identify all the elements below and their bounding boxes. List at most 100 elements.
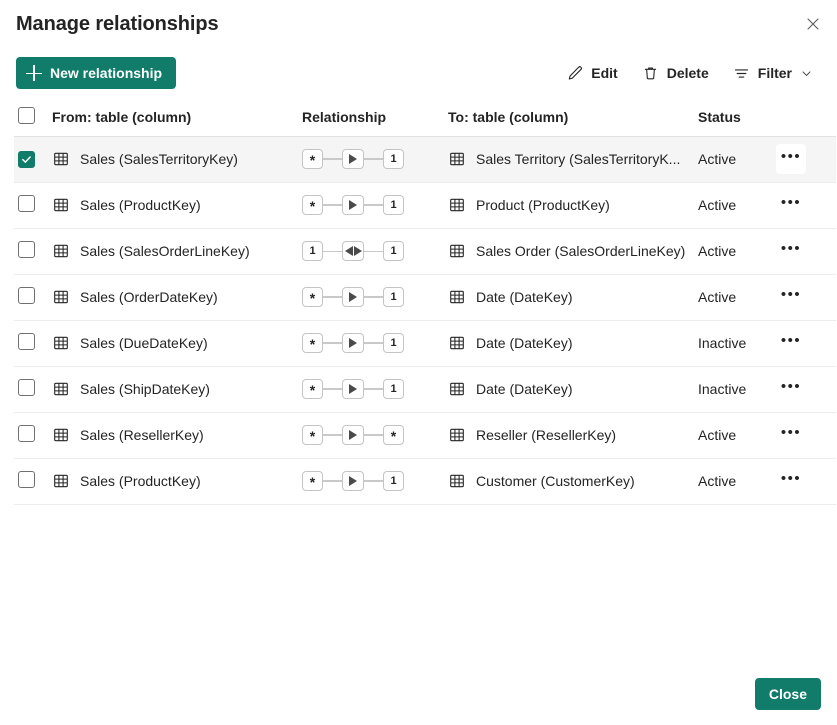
- table-row[interactable]: Sales (OrderDateKey) * 1 Date (DateKey) Acti…: [14, 274, 836, 321]
- select-all-checkbox[interactable]: [18, 106, 35, 124]
- cell-status: Active: [698, 136, 776, 183]
- cross-filter-single-icon: [342, 287, 364, 307]
- connector-line: [323, 388, 342, 390]
- cell-actions: •••: [776, 136, 836, 183]
- cell-relationship: * 1: [302, 182, 448, 229]
- dialog-footer: Close: [0, 663, 837, 725]
- delete-button[interactable]: Delete: [633, 57, 718, 89]
- connector-line: [364, 204, 383, 206]
- from-table-label: Sales (OrderDateKey): [80, 289, 218, 305]
- command-bar: New relationship Edit Delete Filter: [0, 48, 837, 98]
- close-icon[interactable]: [797, 8, 829, 40]
- row-select-cell: [14, 320, 52, 367]
- cell-from-table: Sales (SalesOrderLineKey): [52, 228, 302, 275]
- plus-icon: [26, 65, 42, 81]
- row-select-cell: [14, 182, 52, 229]
- new-relationship-button[interactable]: New relationship: [16, 57, 177, 89]
- cell-relationship: * 1: [302, 458, 448, 505]
- table-head: From: table (column) Relationship To: ta…: [14, 98, 836, 137]
- pencil-icon: [566, 64, 584, 82]
- cell-actions: •••: [776, 320, 836, 367]
- relationship-cardinality[interactable]: * 1: [302, 379, 404, 399]
- connector-line: [323, 342, 342, 344]
- cell-from-table: Sales (ResellerKey): [52, 412, 302, 459]
- row-more-options-button[interactable]: •••: [776, 374, 806, 404]
- to-table-label: Date (DateKey): [476, 335, 573, 351]
- cell-from-table: Sales (ProductKey): [52, 458, 302, 505]
- cell-to-table: Reseller (ResellerKey): [448, 412, 698, 459]
- cell-to-table: Sales Order (SalesOrderLineKey): [448, 228, 698, 275]
- cell-actions: •••: [776, 458, 836, 505]
- row-checkbox[interactable]: [18, 333, 35, 350]
- relationship-cardinality[interactable]: 11: [302, 241, 404, 262]
- row-more-options-button[interactable]: •••: [776, 190, 806, 220]
- row-select-cell: [14, 366, 52, 413]
- to-table-label: Sales Territory (SalesTerritoryK...: [476, 151, 681, 167]
- connector-line: [364, 480, 383, 482]
- relationship-cardinality[interactable]: * 1: [302, 149, 404, 169]
- table-header-row: From: table (column) Relationship To: ta…: [14, 98, 836, 137]
- connector-line: [323, 480, 342, 482]
- row-more-options-button[interactable]: •••: [776, 420, 806, 450]
- relationship-cardinality[interactable]: * 1: [302, 195, 404, 215]
- row-more-options-button[interactable]: •••: [776, 328, 806, 358]
- table-icon: [52, 472, 70, 490]
- cardinality-to: 1: [383, 241, 404, 262]
- cardinality-to: 1: [383, 471, 404, 491]
- table-icon: [448, 380, 466, 398]
- filter-button[interactable]: Filter: [724, 57, 821, 89]
- table-row[interactable]: Sales (SalesOrderLineKey) 1 1 Sales Order (…: [14, 228, 836, 275]
- table-row[interactable]: Sales (ResellerKey) * * Reseller (ResellerK…: [14, 412, 836, 459]
- row-more-options-button[interactable]: •••: [776, 236, 806, 266]
- cell-actions: •••: [776, 228, 836, 275]
- row-checkbox[interactable]: [18, 241, 35, 258]
- relationship-cardinality[interactable]: * *: [302, 425, 404, 445]
- connector-line: [323, 250, 342, 252]
- cardinality-from: *: [302, 425, 323, 445]
- row-more-options-button[interactable]: •••: [776, 282, 806, 312]
- column-header-status[interactable]: Status: [698, 98, 776, 137]
- table-icon: [448, 196, 466, 214]
- column-header-to[interactable]: To: table (column): [448, 98, 698, 137]
- status-badge: Active: [698, 197, 737, 213]
- table-icon: [448, 472, 466, 490]
- relationship-cardinality[interactable]: * 1: [302, 333, 404, 353]
- connector-line: [323, 296, 342, 298]
- column-header-from[interactable]: From: table (column): [52, 98, 302, 137]
- close-button[interactable]: Close: [754, 678, 821, 710]
- cell-actions: •••: [776, 182, 836, 229]
- relationships-table-container: From: table (column) Relationship To: ta…: [0, 98, 837, 505]
- row-more-options-button[interactable]: •••: [776, 466, 806, 496]
- row-checkbox[interactable]: [18, 379, 35, 396]
- cell-from-table: Sales (ShipDateKey): [52, 366, 302, 413]
- connector-line: [364, 250, 383, 252]
- cardinality-from: *: [302, 149, 323, 169]
- status-badge: Active: [698, 473, 737, 489]
- table-row[interactable]: Sales (ShipDateKey) * 1 Date (DateKey) Inact…: [14, 366, 836, 413]
- relationship-cardinality[interactable]: * 1: [302, 287, 404, 307]
- table-row[interactable]: Sales (ProductKey) * 1 Customer (CustomerKe…: [14, 458, 836, 505]
- table-row[interactable]: Sales (ProductKey) * 1 Product (ProductKey)…: [14, 182, 836, 229]
- row-select-cell: [14, 274, 52, 321]
- cell-status: Inactive: [698, 320, 776, 367]
- cardinality-from: *: [302, 287, 323, 307]
- table-row[interactable]: Sales (DueDateKey) * 1 Date (DateKey) Inacti…: [14, 320, 836, 367]
- row-more-options-button[interactable]: •••: [776, 144, 806, 174]
- cross-filter-single-icon: [342, 333, 364, 353]
- row-checkbox[interactable]: [18, 287, 35, 304]
- column-header-relationship[interactable]: Relationship: [302, 98, 448, 137]
- from-table-label: Sales (ResellerKey): [80, 427, 204, 443]
- row-checkbox[interactable]: [18, 471, 35, 488]
- cardinality-to: 1: [383, 333, 404, 353]
- from-table-label: Sales (ProductKey): [80, 473, 201, 489]
- row-checkbox[interactable]: [18, 195, 35, 212]
- relationship-cardinality[interactable]: * 1: [302, 471, 404, 491]
- connector-line: [364, 342, 383, 344]
- cardinality-from: 1: [302, 241, 323, 262]
- connector-line: [323, 204, 342, 206]
- table-row[interactable]: Sales (SalesTerritoryKey) * 1 Sales Territo…: [14, 136, 836, 183]
- row-checkbox[interactable]: [18, 150, 35, 168]
- edit-button[interactable]: Edit: [557, 57, 626, 89]
- status-badge: Active: [698, 151, 737, 167]
- row-checkbox[interactable]: [18, 425, 35, 442]
